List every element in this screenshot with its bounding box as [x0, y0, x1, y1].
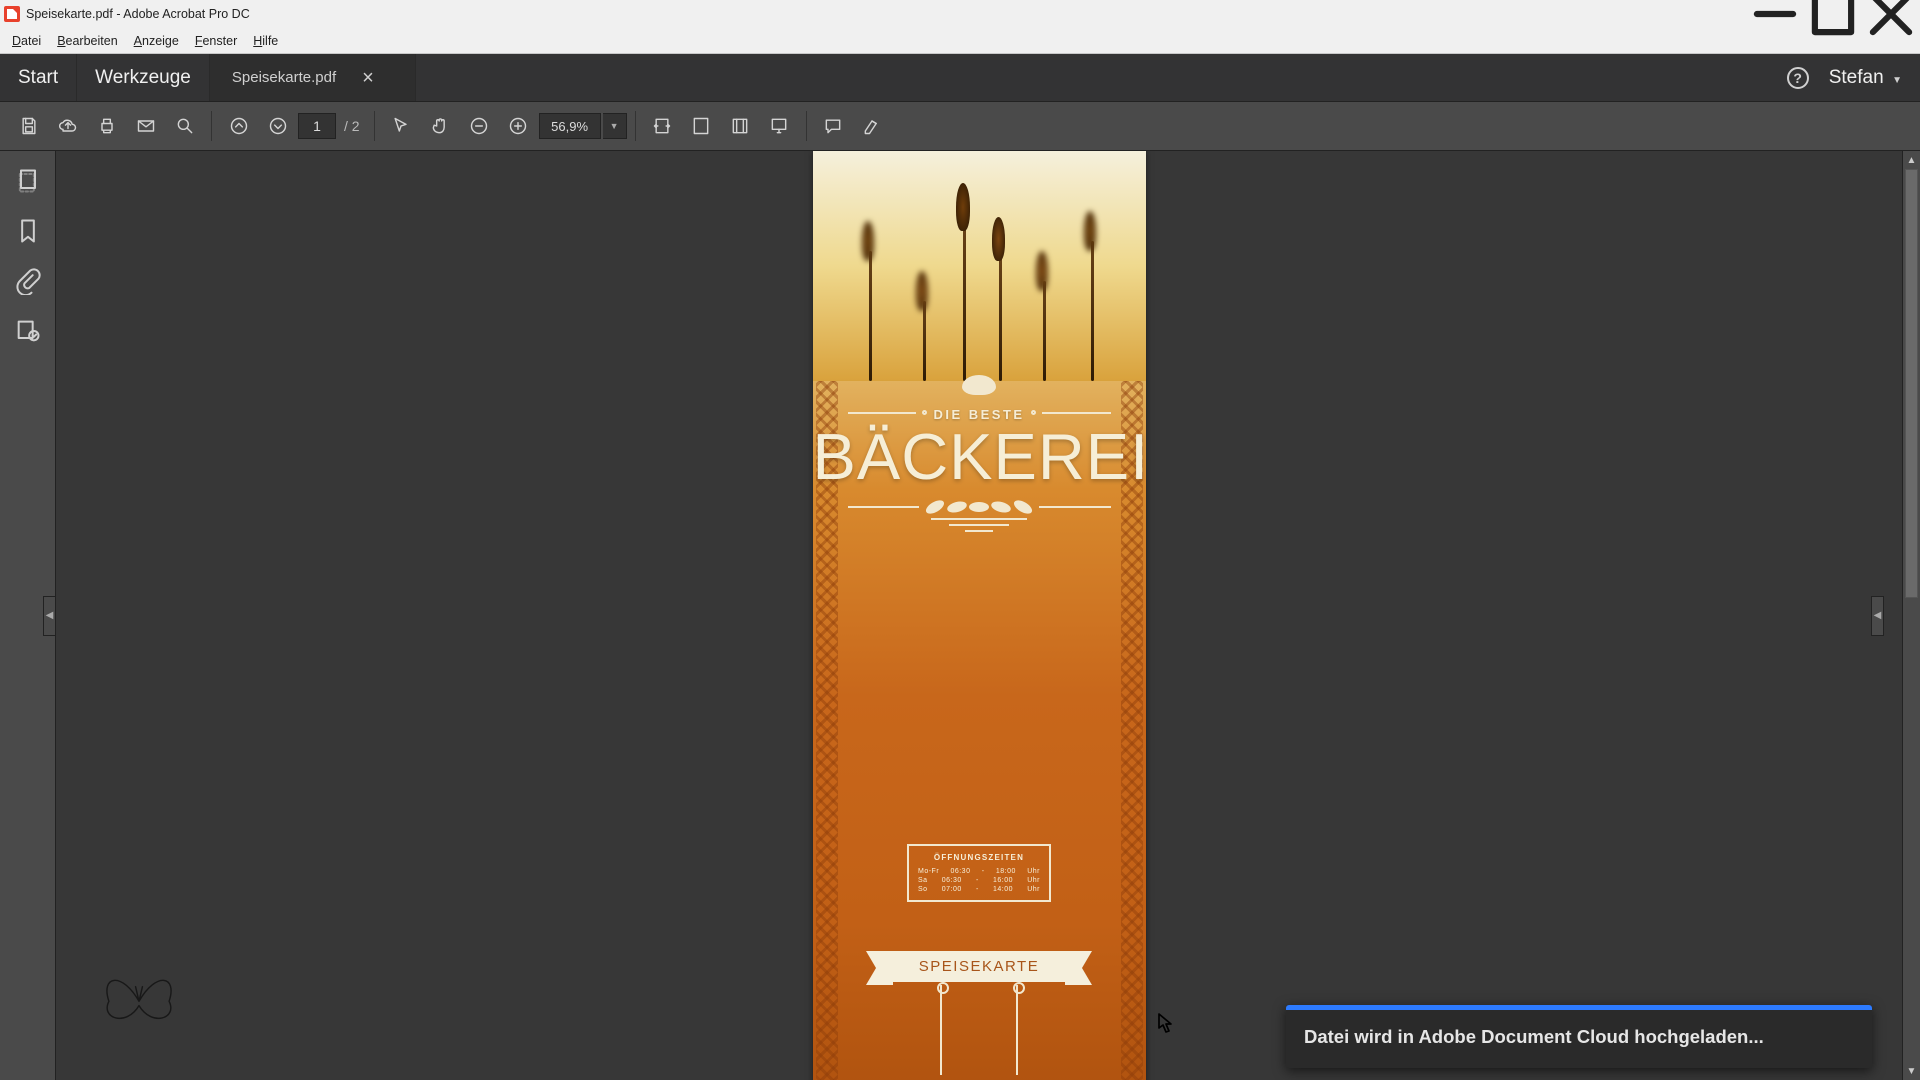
maximize-button[interactable]: [1804, 0, 1862, 28]
window-titlebar: Speisekarte.pdf - Adobe Acrobat Pro DC: [0, 0, 1920, 28]
menu-help[interactable]: Hilfe: [245, 32, 286, 50]
menu-view[interactable]: Anzeige: [126, 32, 187, 50]
user-name-label: Stefan: [1829, 67, 1884, 88]
print-icon[interactable]: [88, 108, 125, 145]
upload-toast: Datei wird in Adobe Document Cloud hochg…: [1286, 1005, 1872, 1068]
tab-tools[interactable]: Werkzeuge: [77, 54, 210, 101]
underline-decoration: [813, 518, 1146, 532]
save-icon[interactable]: [10, 108, 47, 145]
selection-tool-icon[interactable]: [383, 108, 420, 145]
watermark-icon: [96, 954, 182, 1040]
wheat-decoration-icon: [925, 502, 1033, 512]
hours-row: So07:00-14:00Uhr: [918, 886, 1040, 893]
window-controls: [1746, 0, 1920, 28]
minimize-button[interactable]: [1746, 0, 1804, 28]
fit-page-icon[interactable]: [683, 108, 720, 145]
scroll-up-icon[interactable]: ▲: [1903, 151, 1920, 169]
tab-bar: Start Werkzeuge Speisekarte.pdf × ? Stef…: [0, 54, 1920, 101]
page-up-icon[interactable]: [220, 108, 257, 145]
help-icon[interactable]: ?: [1787, 67, 1809, 89]
hours-row: Mo-Fr06:30-18:00Uhr: [918, 868, 1040, 875]
menu-edit[interactable]: Bearbeiten: [49, 32, 125, 50]
collapse-nav-pane-icon[interactable]: ◀: [43, 596, 56, 636]
zoom-in-icon[interactable]: [500, 108, 537, 145]
close-button[interactable]: [1862, 0, 1920, 28]
search-icon[interactable]: [166, 108, 203, 145]
page-count-label: / 2: [344, 118, 360, 134]
app-icon: [4, 6, 20, 22]
tab-home[interactable]: Start: [0, 54, 77, 101]
content-area: ◀ DIE BESTE: [0, 151, 1920, 1080]
header-image: [813, 151, 1146, 381]
ribbon-stems: [813, 985, 1146, 1075]
hours-title: ÖFFNUNGSZEITEN: [918, 853, 1040, 862]
user-menu[interactable]: Stefan ▼: [1829, 67, 1902, 89]
ribbon-label: SPEISEKARTE: [893, 951, 1065, 982]
fit-visible-icon[interactable]: [722, 108, 759, 145]
tab-document[interactable]: Speisekarte.pdf ×: [210, 54, 416, 101]
chevron-down-icon: ▼: [1892, 75, 1902, 86]
attachment-icon[interactable]: [14, 267, 42, 295]
zoom-out-icon[interactable]: [461, 108, 498, 145]
vertical-scrollbar[interactable]: ▲ ▼: [1902, 151, 1920, 1080]
pdf-page: DIE BESTE BÄCKEREI ÖFFNUNGSZEITEN Mo-Fr0…: [813, 151, 1146, 1080]
zoom-dropdown-icon[interactable]: ▼: [603, 113, 627, 139]
window-title: Speisekarte.pdf - Adobe Acrobat Pro DC: [26, 7, 250, 21]
zoom-value[interactable]: 56,9%: [539, 113, 601, 139]
hours-row: Sa06:30-16:00Uhr: [918, 877, 1040, 884]
tab-close-icon[interactable]: ×: [362, 68, 374, 88]
comment-icon[interactable]: [815, 108, 852, 145]
scroll-track[interactable]: [1903, 169, 1920, 1062]
read-mode-icon[interactable]: [761, 108, 798, 145]
scroll-thumb[interactable]: [1905, 169, 1918, 598]
ribbon-banner: SPEISEKARTE: [813, 951, 1146, 982]
document-heading: DIE BESTE BÄCKEREI: [813, 375, 1146, 532]
document-title: BÄCKEREI: [813, 426, 1146, 488]
bread-icon: [962, 375, 996, 395]
document-viewport[interactable]: DIE BESTE BÄCKEREI ÖFFNUNGSZEITEN Mo-Fr0…: [56, 151, 1902, 1080]
collapse-tools-pane-icon[interactable]: ◀: [1871, 596, 1884, 636]
hand-tool-icon[interactable]: [422, 108, 459, 145]
opening-hours-box: ÖFFNUNGSZEITEN Mo-Fr06:30-18:00Uhr Sa06:…: [907, 844, 1051, 902]
main-toolbar: / 2 56,9% ▼: [0, 101, 1920, 151]
page-number-input[interactable]: [298, 113, 336, 139]
menu-window[interactable]: Fenster: [187, 32, 245, 50]
mouse-cursor-icon: [1158, 1013, 1172, 1033]
navigation-pane: ◀: [0, 151, 56, 1080]
bookmark-icon[interactable]: [14, 217, 42, 245]
menu-file[interactable]: Datei: [4, 32, 49, 50]
tab-document-label: Speisekarte.pdf: [232, 69, 336, 86]
menu-bar: Datei Bearbeiten Anzeige Fenster Hilfe: [0, 28, 1920, 54]
cloud-upload-icon[interactable]: [49, 108, 86, 145]
scroll-down-icon[interactable]: ▼: [1903, 1062, 1920, 1080]
toast-message: Datei wird in Adobe Document Cloud hochg…: [1286, 1010, 1872, 1068]
email-icon[interactable]: [127, 108, 164, 145]
signature-icon[interactable]: [14, 317, 42, 345]
thumbnails-icon[interactable]: [14, 167, 42, 195]
fit-width-icon[interactable]: [644, 108, 681, 145]
highlight-icon[interactable]: [854, 108, 891, 145]
page-down-icon[interactable]: [259, 108, 296, 145]
